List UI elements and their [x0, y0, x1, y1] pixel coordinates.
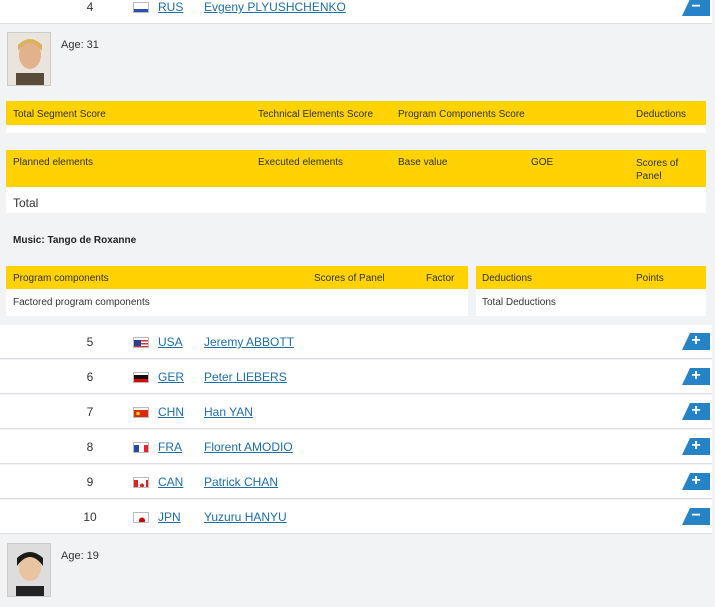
program-components-table: Program components Scores of Panel Facto… [6, 266, 468, 316]
col-program-components: Program components [13, 273, 109, 284]
collapse-button[interactable]: − [682, 0, 710, 16]
col-factor: Factor [426, 273, 455, 284]
athlete-name-link[interactable]: Han YAN [204, 405, 253, 419]
col-total-segment-score: Total Segment Score [13, 109, 106, 120]
athlete-age: Age: 31 [61, 39, 99, 51]
noc-link[interactable]: CHN [158, 405, 184, 419]
col-deductions: Deductions [482, 273, 533, 284]
athlete-photo [7, 543, 51, 597]
athlete-age: Age: 19 [61, 550, 99, 562]
col-scores-of-panel: Scores of Panel [636, 158, 679, 182]
athlete-row-8[interactable]: 8 FRA Florent AMODIO + [0, 430, 712, 464]
col-executed-elements: Executed elements [258, 157, 344, 168]
athlete-row-4[interactable]: 4 RUS Evgeny PLYUSHCHENKO − [0, 0, 712, 24]
segment-score-table: Total Segment Score Technical Elements S… [6, 101, 706, 133]
athlete-row-10[interactable]: 10 JPN Yuzuru HANYU − [0, 500, 712, 534]
flag-fra-icon [133, 442, 149, 453]
table-header: Deductions Points [476, 266, 706, 289]
noc-link[interactable]: FRA [158, 440, 182, 454]
expand-button[interactable]: + [682, 368, 710, 385]
noc-link[interactable]: RUS [158, 0, 183, 14]
noc-link[interactable]: USA [158, 335, 183, 349]
col-program-components-score: Program Components Score [398, 109, 525, 120]
collapse-button[interactable]: − [682, 508, 710, 525]
total-deductions: Total Deductions [482, 297, 556, 308]
athlete-name-link[interactable]: Yuzuru HANYU [204, 510, 287, 524]
factored-program-components: Factored program components [13, 297, 150, 308]
deductions-table: Deductions Points Total Deductions [476, 266, 706, 316]
expand-button[interactable]: + [682, 473, 710, 490]
athlete-name-link[interactable]: Peter LIEBERS [204, 370, 287, 384]
rank: 8 [86, 440, 94, 454]
rank: 6 [86, 370, 94, 384]
noc-link[interactable]: GER [158, 370, 184, 384]
col-scores-of-panel: Scores of Panel [314, 273, 385, 284]
athlete-row-9[interactable]: 9 CAN Patrick CHAN + [0, 465, 712, 499]
rank: 9 [86, 475, 94, 489]
athlete-row-5[interactable]: 5 USA Jeremy ABBOTT + [0, 325, 712, 359]
athlete-row-6[interactable]: 6 GER Peter LIEBERS + [0, 360, 712, 394]
athlete-name-link[interactable]: Patrick CHAN [204, 475, 278, 489]
col-points: Points [636, 273, 664, 284]
noc-link[interactable]: CAN [158, 475, 183, 489]
elements-table: Planned elements Executed elements Base … [6, 150, 706, 213]
total-label: Total [13, 196, 39, 210]
flag-can-icon [133, 477, 149, 488]
rank: 4 [86, 0, 94, 14]
athlete-row-7[interactable]: 7 CHN Han YAN + [0, 395, 712, 429]
expand-button[interactable]: + [682, 333, 710, 350]
athlete-detail-hanyu: Age: 19 [0, 535, 712, 607]
table-header: Planned elements Executed elements Base … [6, 150, 706, 187]
table-header: Program components Scores of Panel Facto… [6, 266, 468, 289]
flag-jpn-icon [133, 512, 149, 523]
col-planned-elements: Planned elements [13, 157, 94, 168]
table-header: Total Segment Score Technical Elements S… [6, 101, 706, 125]
col-technical-elements-score: Technical Elements Score [258, 109, 374, 120]
col-goe: GOE [531, 157, 554, 168]
flag-chn-icon [133, 407, 149, 418]
rank: 10 [83, 510, 97, 524]
flag-rus-icon [133, 2, 149, 13]
expand-button[interactable]: + [682, 438, 710, 455]
flag-usa-icon [133, 337, 149, 348]
rank: 5 [86, 335, 94, 349]
col-base-value: Base value [398, 157, 448, 168]
rank: 7 [86, 405, 94, 419]
flag-ger-icon [133, 372, 149, 383]
noc-link[interactable]: JPN [158, 510, 181, 524]
athlete-name-link[interactable]: Jeremy ABBOTT [204, 335, 294, 349]
music-title: Music: Tango de Roxanne [13, 235, 137, 246]
col-deductions: Deductions [636, 109, 687, 120]
athlete-photo [7, 32, 51, 86]
athlete-name-link[interactable]: Evgeny PLYUSHCHENKO [204, 0, 346, 14]
expand-button[interactable]: + [682, 403, 710, 420]
athlete-name-link[interactable]: Florent AMODIO [204, 440, 293, 454]
